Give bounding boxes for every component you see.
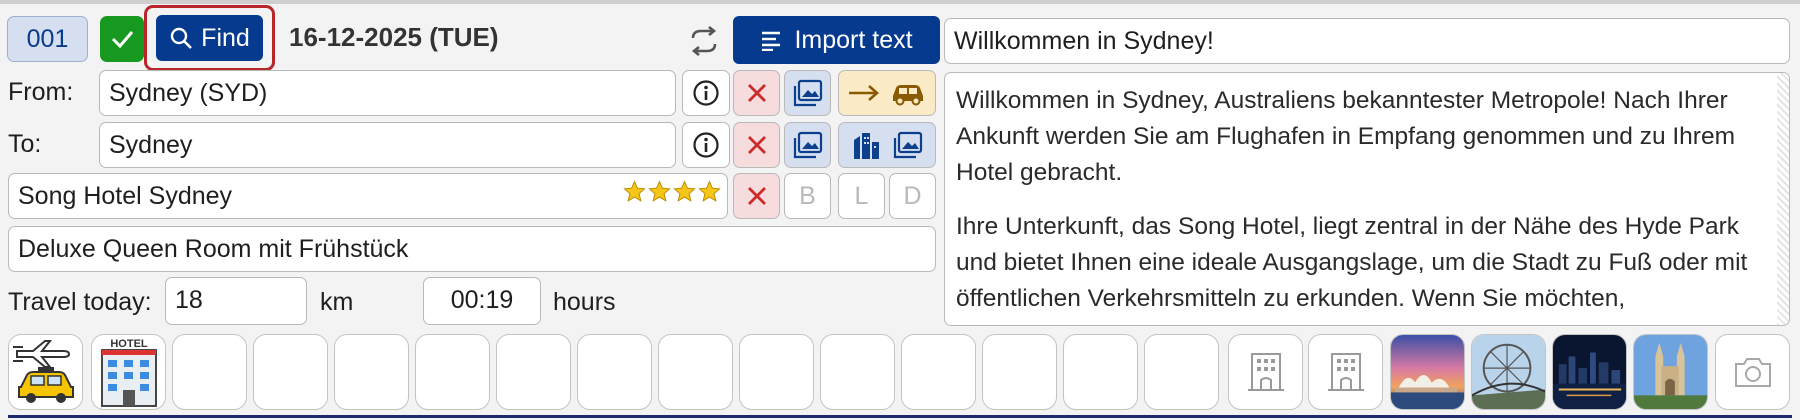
tile-airport-transfer[interactable] xyxy=(8,334,83,410)
description-paragraph: Ihre Unterkunft, das Song Hotel, liegt z… xyxy=(956,213,1748,312)
tile-hotel[interactable]: HOTEL xyxy=(91,334,166,410)
from-info-button[interactable] xyxy=(682,70,730,116)
duration-unit: hours xyxy=(553,288,616,316)
close-icon xyxy=(747,136,766,154)
airport-transfer-icon xyxy=(12,340,74,403)
find-button[interactable]: Find xyxy=(156,15,263,61)
hotel-icon: HOTEL xyxy=(100,338,157,407)
image-gallery-icon xyxy=(793,131,822,159)
star-icon xyxy=(623,180,646,202)
tile-empty[interactable] xyxy=(577,334,652,410)
tile-empty[interactable] xyxy=(1063,334,1138,410)
image-gallery-icon xyxy=(793,79,822,107)
bottom-divider xyxy=(8,415,1792,418)
tile-empty[interactable] xyxy=(982,334,1057,410)
from-label: From: xyxy=(8,78,74,106)
tile-building-placeholder[interactable] xyxy=(1228,334,1303,410)
photo-cathedral[interactable] xyxy=(1633,334,1708,410)
star-icon xyxy=(673,180,696,202)
hotel-name: Song Hotel Sydney xyxy=(18,182,233,210)
room-type-input[interactable]: Deluxe Queen Room mit Frühstück xyxy=(8,226,936,272)
photo-ferris-wheel[interactable] xyxy=(1471,334,1546,410)
day-number-badge[interactable]: 001 xyxy=(7,16,88,62)
close-icon xyxy=(747,187,766,205)
scrollbar-track[interactable] xyxy=(1777,73,1789,325)
meal-lunch-toggle[interactable]: L xyxy=(838,173,885,219)
tile-empty[interactable] xyxy=(415,334,490,410)
city-buildings-icon xyxy=(854,133,879,159)
tile-empty[interactable] xyxy=(496,334,571,410)
star-icon xyxy=(648,180,671,202)
checkmark-icon xyxy=(111,31,134,49)
day-number: 001 xyxy=(26,24,69,53)
info-icon xyxy=(693,132,719,158)
camera-icon xyxy=(1734,358,1771,387)
date-display: 16-12-2025 (TUE) xyxy=(289,22,499,52)
hotel-sign-text: HOTEL xyxy=(110,338,148,350)
tile-empty[interactable] xyxy=(901,334,976,410)
transfer-type-button[interactable] xyxy=(838,70,936,116)
top-divider xyxy=(0,0,1800,4)
to-label: To: xyxy=(8,130,42,158)
confirm-button[interactable] xyxy=(100,16,144,62)
night-skyline-photo xyxy=(1553,335,1626,409)
to-images-button[interactable] xyxy=(784,122,831,168)
arrow-right-icon xyxy=(849,85,879,101)
text-lines-icon xyxy=(762,31,781,51)
tile-empty[interactable] xyxy=(172,334,247,410)
meal-breakfast-toggle[interactable]: B xyxy=(784,173,831,219)
meal-dinner-toggle[interactable]: D xyxy=(889,173,936,219)
image-gallery-icon xyxy=(893,131,923,159)
building-placeholder-icon xyxy=(1327,353,1364,391)
distance-unit: km xyxy=(320,288,354,316)
to-input[interactable]: Sydney xyxy=(99,122,676,168)
from-input[interactable]: Sydney (SYD) xyxy=(99,70,676,116)
duration-input[interactable]: 00:19 xyxy=(423,277,541,325)
description-text: Willkommen in Sydney, Australiens bekann… xyxy=(956,83,1761,325)
description-title-input[interactable]: Willkommen in Sydney! xyxy=(944,18,1790,64)
to-delete-button[interactable] xyxy=(733,122,780,168)
tile-empty[interactable] xyxy=(820,334,895,410)
photo-night-skyline[interactable] xyxy=(1552,334,1627,410)
building-placeholder-icon xyxy=(1247,353,1284,391)
tile-add-photo[interactable] xyxy=(1715,334,1790,410)
info-icon xyxy=(693,80,719,106)
tile-empty[interactable] xyxy=(334,334,409,410)
swap-button[interactable] xyxy=(687,24,721,58)
close-icon xyxy=(747,84,766,102)
car-icon xyxy=(893,85,923,106)
tile-empty[interactable] xyxy=(253,334,328,410)
tile-building-placeholder[interactable] xyxy=(1308,334,1383,410)
distance-input[interactable]: 18 xyxy=(165,277,307,325)
cathedral-photo xyxy=(1634,335,1707,409)
photo-opera-house[interactable] xyxy=(1390,334,1465,410)
to-info-button[interactable] xyxy=(682,122,730,168)
find-label: Find xyxy=(201,23,250,52)
description-textarea[interactable]: Willkommen in Sydney, Australiens bekann… xyxy=(944,72,1790,326)
travel-today-label: Travel today: xyxy=(8,288,152,316)
hotel-name-input[interactable]: Song Hotel Sydney xyxy=(8,173,728,219)
ferris-wheel-photo xyxy=(1472,335,1545,409)
city-images-button[interactable] xyxy=(838,122,936,168)
tile-empty[interactable] xyxy=(1144,334,1219,410)
import-text-button[interactable]: Import text xyxy=(733,16,940,64)
hotel-delete-button[interactable] xyxy=(733,173,780,219)
star-icon xyxy=(698,180,721,202)
import-text-label: Import text xyxy=(794,25,913,54)
from-delete-button[interactable] xyxy=(733,70,780,116)
tile-empty[interactable] xyxy=(739,334,814,410)
swap-arrows-icon xyxy=(691,25,717,57)
tile-empty[interactable] xyxy=(658,334,733,410)
hotel-star-rating xyxy=(623,180,721,204)
search-icon xyxy=(170,27,193,49)
from-images-button[interactable] xyxy=(784,70,831,116)
opera-house-photo xyxy=(1391,335,1464,409)
description-paragraph: Willkommen in Sydney, Australiens bekann… xyxy=(956,87,1735,186)
